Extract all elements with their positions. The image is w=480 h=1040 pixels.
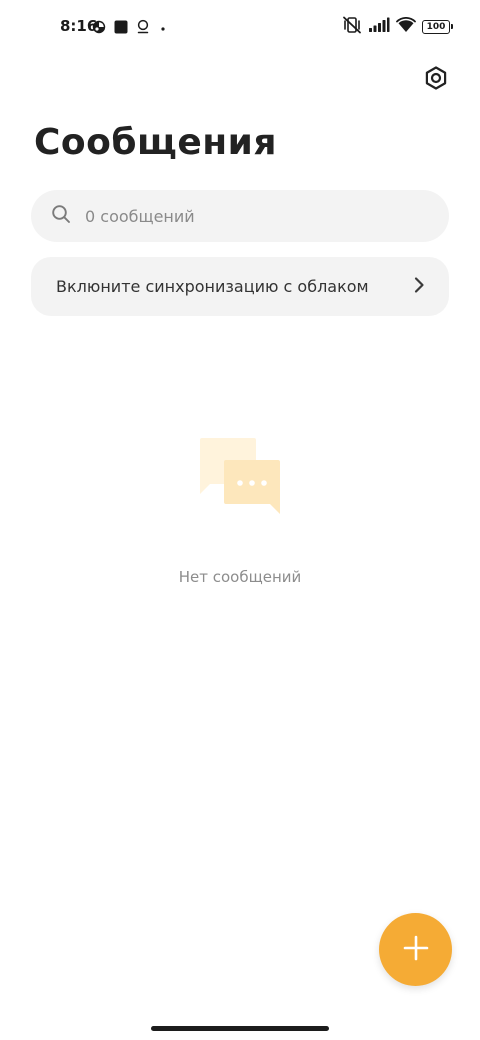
cloud-sync-label: Вклюните синхронизацию с облаком — [56, 277, 369, 296]
status-left-icons — [92, 19, 168, 38]
status-right-icons: 100 — [342, 16, 453, 38]
cloud-sync-banner[interactable]: Вклюните синхронизацию с облаком — [31, 257, 449, 316]
battery-icon: 100 — [422, 20, 453, 34]
battery-level: 100 — [426, 21, 446, 32]
status-bar: 8:16 100 — [0, 0, 480, 56]
vibrate-mute-icon — [342, 16, 362, 38]
chat-bubbles-icon — [194, 432, 286, 522]
notification-app-icon — [92, 19, 106, 38]
location-pin-icon — [136, 19, 150, 38]
page-title: Сообщения — [34, 122, 277, 163]
more-dot-icon — [158, 19, 168, 38]
search-icon — [51, 204, 71, 228]
home-indicator[interactable] — [151, 1026, 329, 1031]
settings-button[interactable] — [420, 64, 452, 96]
search-bar[interactable] — [31, 190, 449, 242]
wifi-icon — [396, 17, 416, 37]
plus-icon — [402, 934, 430, 966]
signal-icon — [368, 17, 390, 37]
search-input[interactable] — [83, 205, 407, 227]
messages-screen: 8:16 100 Сообщения 0 сообщений Вклюните … — [0, 0, 480, 1040]
square-app-icon — [114, 19, 128, 38]
new-message-button[interactable] — [379, 913, 452, 986]
empty-state-label: Нет сообщений — [178, 568, 302, 586]
settings-icon — [423, 65, 449, 95]
empty-state: Нет сообщений — [0, 432, 480, 586]
chevron-right-icon — [413, 276, 425, 298]
